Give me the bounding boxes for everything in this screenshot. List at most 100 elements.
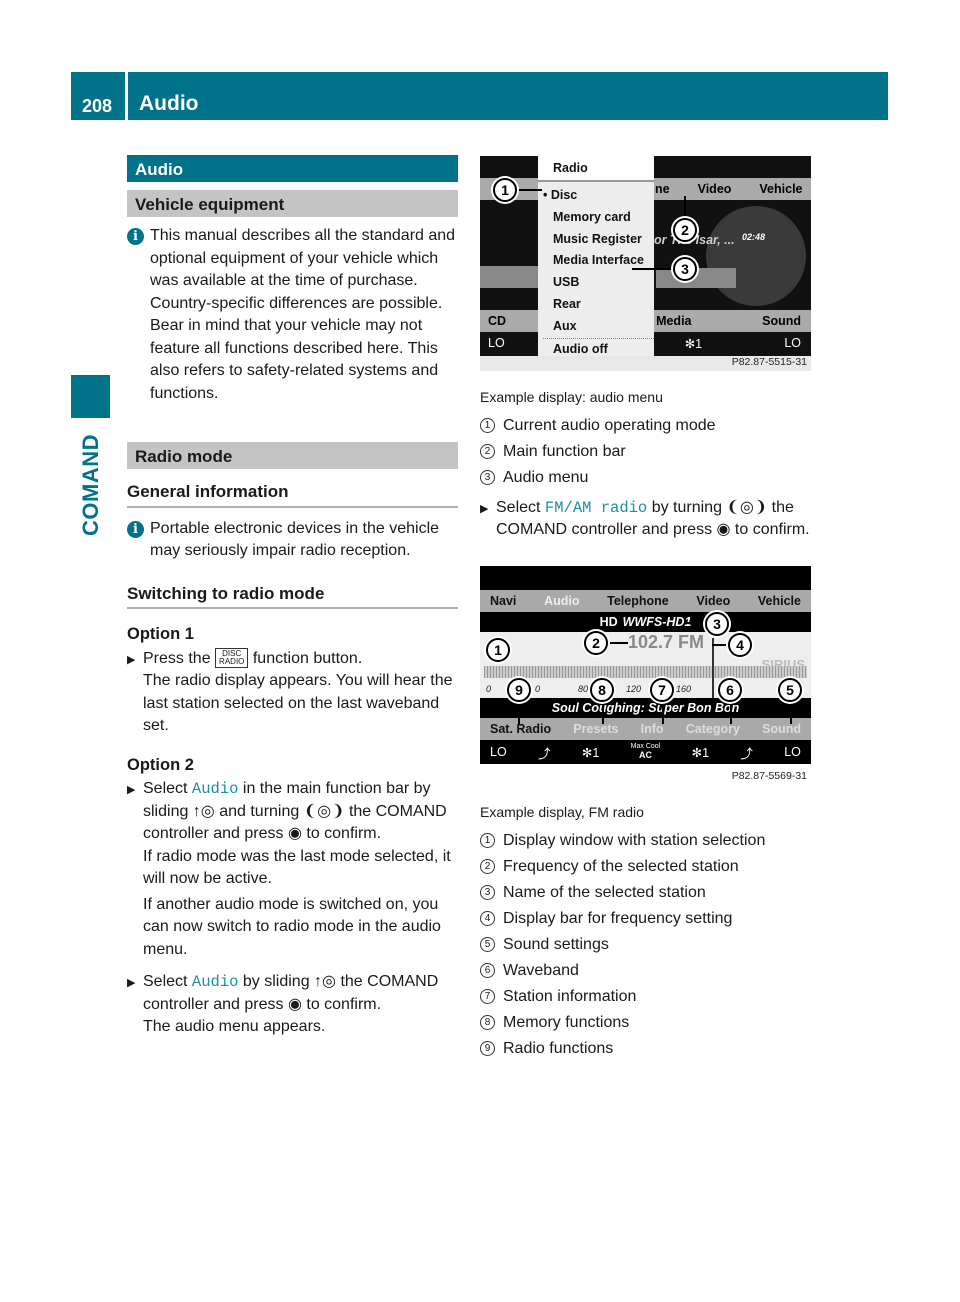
side-tab-label: COMAND xyxy=(77,434,103,536)
frequency-display: 102.7 FM xyxy=(628,632,705,652)
menu-title[interactable]: Radio xyxy=(538,156,654,182)
seat-air-icon: ⤴ xyxy=(740,746,753,761)
instruction-step: ▶ Select Audio in the main function bar … xyxy=(127,778,458,961)
station-info: Soul Coughing: Super Bon Bon xyxy=(480,698,811,718)
figure-code: P82.87-5569-31 xyxy=(731,770,807,782)
legend-text: Name of the selected station xyxy=(503,883,706,901)
climate-label: LO xyxy=(488,336,505,350)
callout-number: 2 xyxy=(480,444,495,459)
side-tab-marker xyxy=(71,375,110,418)
info-note: i Portable electronic devices in the vehi… xyxy=(127,518,458,563)
seat-air-icon: ⤴ xyxy=(538,746,551,761)
general-info-heading: General information xyxy=(127,481,458,508)
step-arrow-icon: ▶ xyxy=(127,784,136,796)
callout: 8 xyxy=(590,678,614,702)
mode-label: CD xyxy=(488,314,507,328)
bar-item: Video xyxy=(697,182,732,196)
callout-leader xyxy=(662,702,664,724)
menu-item[interactable]: • Disc xyxy=(543,185,654,207)
step-result: The audio menu appears. xyxy=(143,1018,326,1035)
chapter-title: Audio xyxy=(139,92,199,115)
callout: 3 xyxy=(705,612,729,636)
radio-mode-heading: Radio mode xyxy=(127,442,458,469)
legend-item: 9 Radio functions xyxy=(480,1036,811,1062)
legend-text: Current audio operating mode xyxy=(503,416,716,434)
function-item[interactable]: Category xyxy=(686,722,740,736)
callout-number: 9 xyxy=(480,1041,495,1056)
fig1-legend-block: Example display: audio menu 1 Current aud… xyxy=(480,380,811,542)
callout-number: 7 xyxy=(480,989,495,1004)
tab-navi[interactable]: Navi xyxy=(490,594,516,608)
legend-text: Frequency of the selected station xyxy=(503,857,739,875)
climate-label: LO xyxy=(490,745,507,759)
step-text: Select xyxy=(143,780,188,797)
callout-leader xyxy=(790,702,792,724)
callout-number: 3 xyxy=(480,885,495,900)
menu-item[interactable]: Music Register xyxy=(543,229,654,251)
bar-item: Media xyxy=(656,314,692,328)
legend-text: Sound settings xyxy=(503,935,609,953)
function-item[interactable]: Sat. Radio xyxy=(490,722,551,736)
step-text: by sliding ↑◎ the COMAND controller and … xyxy=(143,973,439,1013)
option1-heading: Option 1 xyxy=(127,625,194,643)
scale-label: 80 xyxy=(578,684,589,694)
audio-menu: Radio • Disc Memory card Music Register Med… xyxy=(538,156,654,356)
legend-item: 3 Audio menu xyxy=(480,465,811,491)
track-time: 02:48 xyxy=(742,232,766,242)
callout-number: 2 xyxy=(480,859,495,874)
callout: 9 xyxy=(507,678,531,702)
callout: 6 xyxy=(718,678,742,702)
callout-leader xyxy=(518,702,520,724)
callout-leader xyxy=(608,642,628,644)
menu-item[interactable]: Memory card xyxy=(543,207,654,229)
section-title: Audio xyxy=(127,155,458,182)
station-name: WWFS-HD1 xyxy=(622,615,692,629)
scale-label: 0 xyxy=(486,684,492,694)
step-text: in the main function bar by sliding ↑◎ a… xyxy=(143,780,447,842)
callout-leader xyxy=(602,702,604,724)
step-result: If another audio mode is switched on, yo… xyxy=(143,895,441,958)
vehicle-equipment-heading: Vehicle equipment xyxy=(127,190,458,217)
button-label-bottom: RADIO xyxy=(219,657,245,667)
page-number: 208 xyxy=(82,96,113,116)
legend-text: Display bar for frequency setting xyxy=(503,909,733,927)
bar-item: ne xyxy=(655,182,670,196)
callout: 2 xyxy=(673,218,697,242)
figure-caption: Example display: audio menu xyxy=(480,389,663,405)
scale-label: 0 xyxy=(535,684,541,694)
scale-label: 120 xyxy=(626,684,642,694)
function-item[interactable]: Sound xyxy=(762,722,801,736)
legend-text: Memory functions xyxy=(503,1013,630,1031)
hd-icon: HD xyxy=(599,615,618,629)
tab-vehicle[interactable]: Vehicle xyxy=(758,594,801,608)
callout-number: 4 xyxy=(480,911,495,926)
legend-text: Audio menu xyxy=(503,468,589,486)
function-item[interactable]: Presets xyxy=(573,722,618,736)
instruction-step: ▶ Select Audio by sliding ↑◎ the COMAND … xyxy=(127,971,458,1039)
callout: 1 xyxy=(493,178,517,202)
ac-label: AC xyxy=(638,750,652,760)
callout: 7 xyxy=(650,678,674,702)
left-column: Audio Vehicle equipment i This manual des… xyxy=(127,155,458,1039)
frequency-scale-bar[interactable] xyxy=(484,666,807,678)
callout: 5 xyxy=(778,678,802,702)
max-cool-label: Max Cool xyxy=(630,743,661,750)
figure-code: P82.87-5515-31 xyxy=(731,356,807,368)
menu-item[interactable]: Aux xyxy=(543,316,654,338)
tab-video[interactable]: Video xyxy=(696,594,730,608)
option2-heading: Option 2 xyxy=(127,755,194,774)
function-item[interactable]: Info xyxy=(641,722,664,736)
menu-item[interactable]: Rear xyxy=(543,294,654,316)
tab-telephone[interactable]: Telephone xyxy=(607,594,669,608)
legend-item: 6 Waveband xyxy=(480,958,811,984)
climate-label: LO xyxy=(784,745,801,759)
menu-item[interactable]: USB xyxy=(543,272,654,294)
step-text: function button. xyxy=(252,649,363,667)
figure-caption: Example display, FM radio xyxy=(480,804,644,820)
callout: 4 xyxy=(728,633,752,657)
figure-legend: 1 Display window with station selection 2 F… xyxy=(480,828,811,1062)
cd-icon-row xyxy=(480,266,538,288)
track-info: Soul Coughing: Super Bon Bon xyxy=(551,701,740,715)
legend-text: Main function bar xyxy=(503,442,626,460)
tab-audio[interactable]: Audio xyxy=(544,594,579,608)
